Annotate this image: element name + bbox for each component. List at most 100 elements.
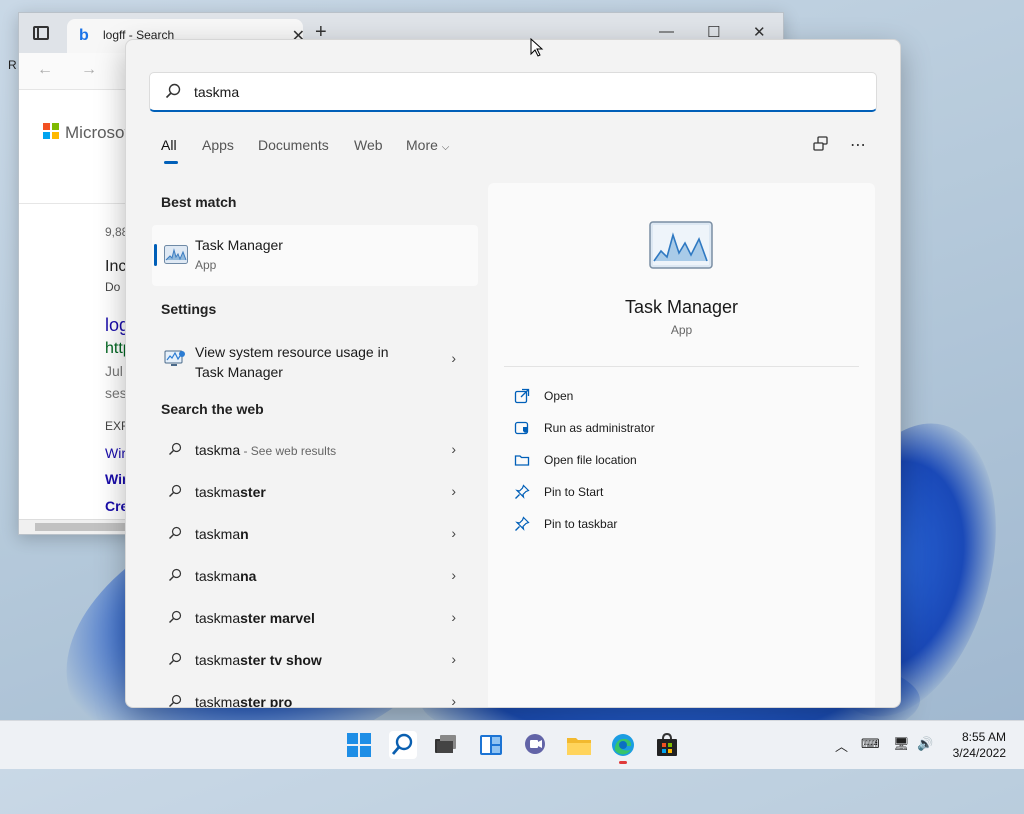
web-result-item[interactable]: taskmaster tv show › [152, 641, 478, 677]
result-snippet: Jul [105, 363, 123, 379]
query-prefix: taskma [195, 694, 241, 708]
preview-app-name: Task Manager [624, 297, 739, 317]
search-web-heading: Search the web [161, 401, 264, 417]
search-icon [169, 694, 182, 707]
tab-more[interactable]: More ⌵ [406, 137, 449, 153]
web-result-item[interactable]: taskmaster marvel › [152, 599, 478, 635]
folder-icon [514, 455, 530, 466]
completion: ster pro [240, 694, 293, 708]
more-options-icon[interactable]: ⋯ [850, 135, 866, 155]
clock[interactable]: 8:55 AM 3/24/2022 [953, 729, 1006, 761]
search-icon [169, 484, 182, 497]
volume-icon[interactable]: 🔊 [917, 736, 933, 752]
network-icon[interactable]: 🖥 [893, 736, 910, 752]
selection-indicator [154, 244, 157, 266]
search-input[interactable] [192, 79, 856, 105]
search-panel: All Apps Documents Web More ⌵ ⋯ Best mat… [125, 39, 901, 708]
chevron-right-icon: › [451, 525, 456, 541]
web-result-item[interactable]: taskman › [152, 515, 478, 551]
preview-app-type: App [670, 323, 693, 337]
chevron-right-icon: › [451, 693, 456, 708]
search-box[interactable] [149, 72, 877, 112]
task-view-icon[interactable] [432, 731, 460, 759]
scrollbar-thumb[interactable] [35, 523, 135, 531]
chevron-right-icon: › [451, 350, 456, 366]
result-snippet: Do [105, 280, 121, 294]
settings-item[interactable]: View system resource usage in Task Manag… [152, 340, 478, 386]
back-icon[interactable]: ← [37, 61, 53, 79]
search-icon [169, 568, 182, 581]
task-manager-icon [164, 245, 188, 264]
chevron-right-icon: › [451, 567, 456, 583]
see-web-results: - See web results [240, 444, 337, 458]
forward-icon[interactable]: → [81, 61, 97, 79]
web-result-item[interactable]: taskmaster › [152, 473, 478, 509]
chevron-up-icon[interactable]: ︿ [835, 736, 848, 755]
windows-start-icon[interactable] [345, 731, 373, 759]
web-result-text: taskmana [195, 568, 256, 584]
result-link[interactable]: Wir [105, 445, 126, 461]
minimize-icon[interactable]: — [659, 23, 674, 40]
web-result-text: taskman [195, 526, 249, 542]
completion: n [240, 526, 249, 542]
search-icon [169, 526, 182, 539]
best-match-item[interactable]: Task Manager App [152, 225, 478, 286]
best-match-heading: Best match [161, 194, 237, 210]
best-match-name: Task Manager [195, 237, 283, 253]
chat-icon[interactable] [521, 731, 549, 759]
pin-icon [515, 484, 530, 499]
action-open[interactable]: Open [514, 385, 834, 409]
taskbar-search-button[interactable] [389, 731, 417, 759]
widgets-icon[interactable] [477, 731, 505, 759]
completion: ster marvel [240, 610, 315, 626]
action-pin-to-taskbar[interactable]: Pin to taskbar [514, 513, 834, 537]
keyboard-icon[interactable]: ⌨ [861, 736, 880, 752]
settings-item-line2: Task Manager [195, 364, 283, 380]
tab-all[interactable]: All [161, 137, 177, 153]
action-open-file-location[interactable]: Open file location [514, 449, 834, 473]
settings-heading: Settings [161, 301, 217, 317]
file-explorer-icon[interactable] [565, 731, 593, 759]
web-result-text: taskmaster pro [195, 694, 293, 708]
result-snippet: ses [105, 385, 127, 401]
chevron-right-icon: › [451, 441, 456, 457]
search-icon [169, 652, 182, 665]
query-prefix: taskma [195, 526, 241, 542]
search-icon [169, 610, 182, 623]
action-label: Open [544, 389, 574, 403]
tab-documents[interactable]: Documents [258, 137, 329, 153]
microsoft-store-icon[interactable] [653, 731, 681, 759]
settings-item-label: View system resource usage in Task Manag… [195, 342, 415, 382]
tab-web[interactable]: Web [354, 137, 383, 153]
divider [504, 366, 859, 367]
action-label: Pin to Start [544, 485, 604, 499]
search-results-icon[interactable] [812, 135, 830, 158]
desktop-edge-text: R [8, 58, 17, 72]
edge-browser-button[interactable] [609, 731, 637, 764]
settings-item-line1: View system resource usage in [195, 344, 389, 360]
web-result-item[interactable]: taskmana › [152, 557, 478, 593]
task-manager-icon [649, 221, 713, 269]
bing-icon: b [79, 27, 89, 44]
action-pin-to-start[interactable]: Pin to Start [514, 481, 834, 505]
web-result-text: taskmaster tv show [195, 652, 322, 668]
completion: ster [240, 484, 266, 500]
action-label: Pin to taskbar [544, 517, 618, 531]
action-run-as-admin[interactable]: Run as administrator [514, 417, 834, 441]
query-prefix: taskma [195, 568, 241, 584]
clock-time: 8:55 AM [961, 730, 1006, 744]
microsoft-logo-text: Microsoft [65, 123, 134, 142]
preview-pane: Task Manager App Open Run as administrat… [488, 183, 875, 707]
query-prefix: taskma [195, 442, 241, 458]
query-prefix: taskma [195, 610, 241, 626]
web-result-item[interactable]: taskmaster pro › [152, 683, 478, 708]
pin-icon [515, 516, 530, 531]
monitor-settings-icon [164, 350, 185, 366]
active-tab-indicator [164, 161, 178, 164]
clock-date: 3/24/2022 [952, 746, 1006, 760]
tab-apps[interactable]: Apps [202, 137, 234, 153]
shield-icon [514, 421, 529, 435]
action-label: Run as administrator [544, 421, 655, 435]
tab-actions-icon[interactable] [33, 26, 49, 40]
web-result-item[interactable]: taskma - See web results › [152, 431, 478, 467]
